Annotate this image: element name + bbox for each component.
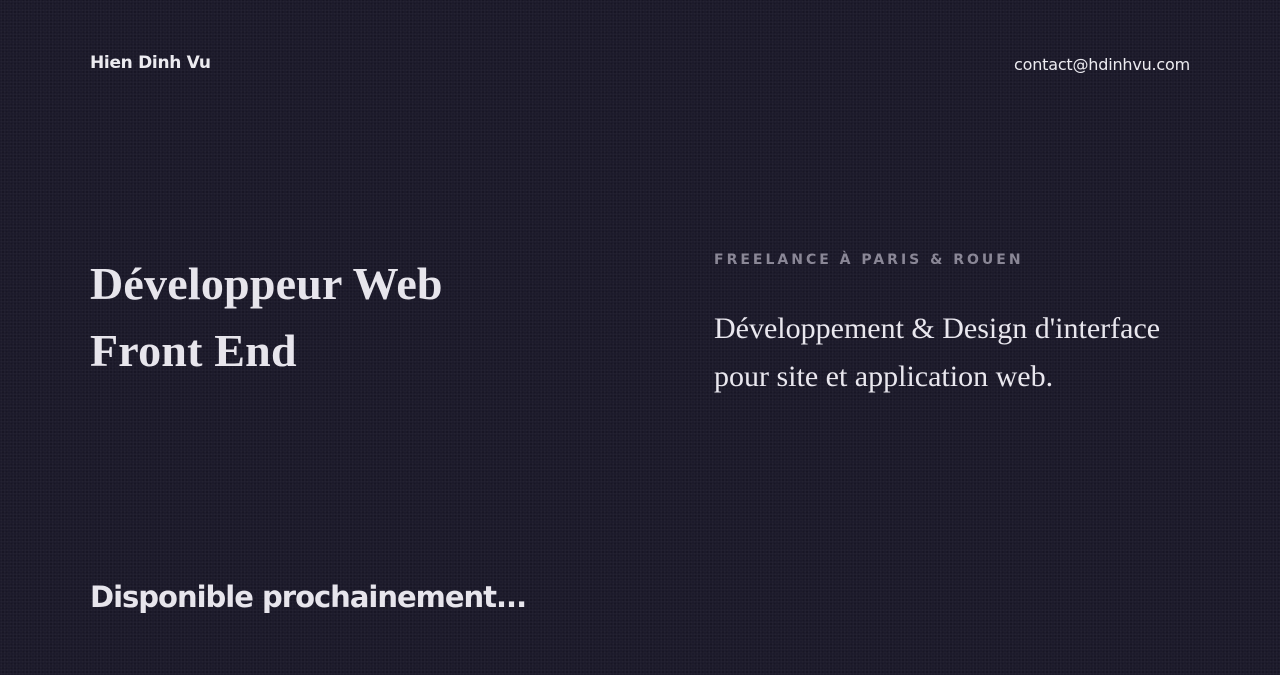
hero-title-line-2: Front End [90, 325, 297, 376]
intro-description: Développement & Design d'interface pour … [714, 305, 1214, 401]
intro-description-line-1: Développement & Design d'interface [714, 312, 1161, 345]
hero-title: Développeur Web Front End [90, 250, 443, 384]
availability-status: Disponible prochainement... [90, 580, 527, 614]
location-eyebrow: Freelance à Paris & Rouen [714, 252, 1024, 268]
intro-description-line-2: pour site et application web. [714, 360, 1054, 393]
brand-logo-link[interactable]: Hien Dinh Vu [90, 53, 211, 73]
hero-title-line-1: Développeur Web [90, 258, 443, 309]
contact-email-link[interactable]: contact@hdinhvu.com [1014, 55, 1190, 74]
